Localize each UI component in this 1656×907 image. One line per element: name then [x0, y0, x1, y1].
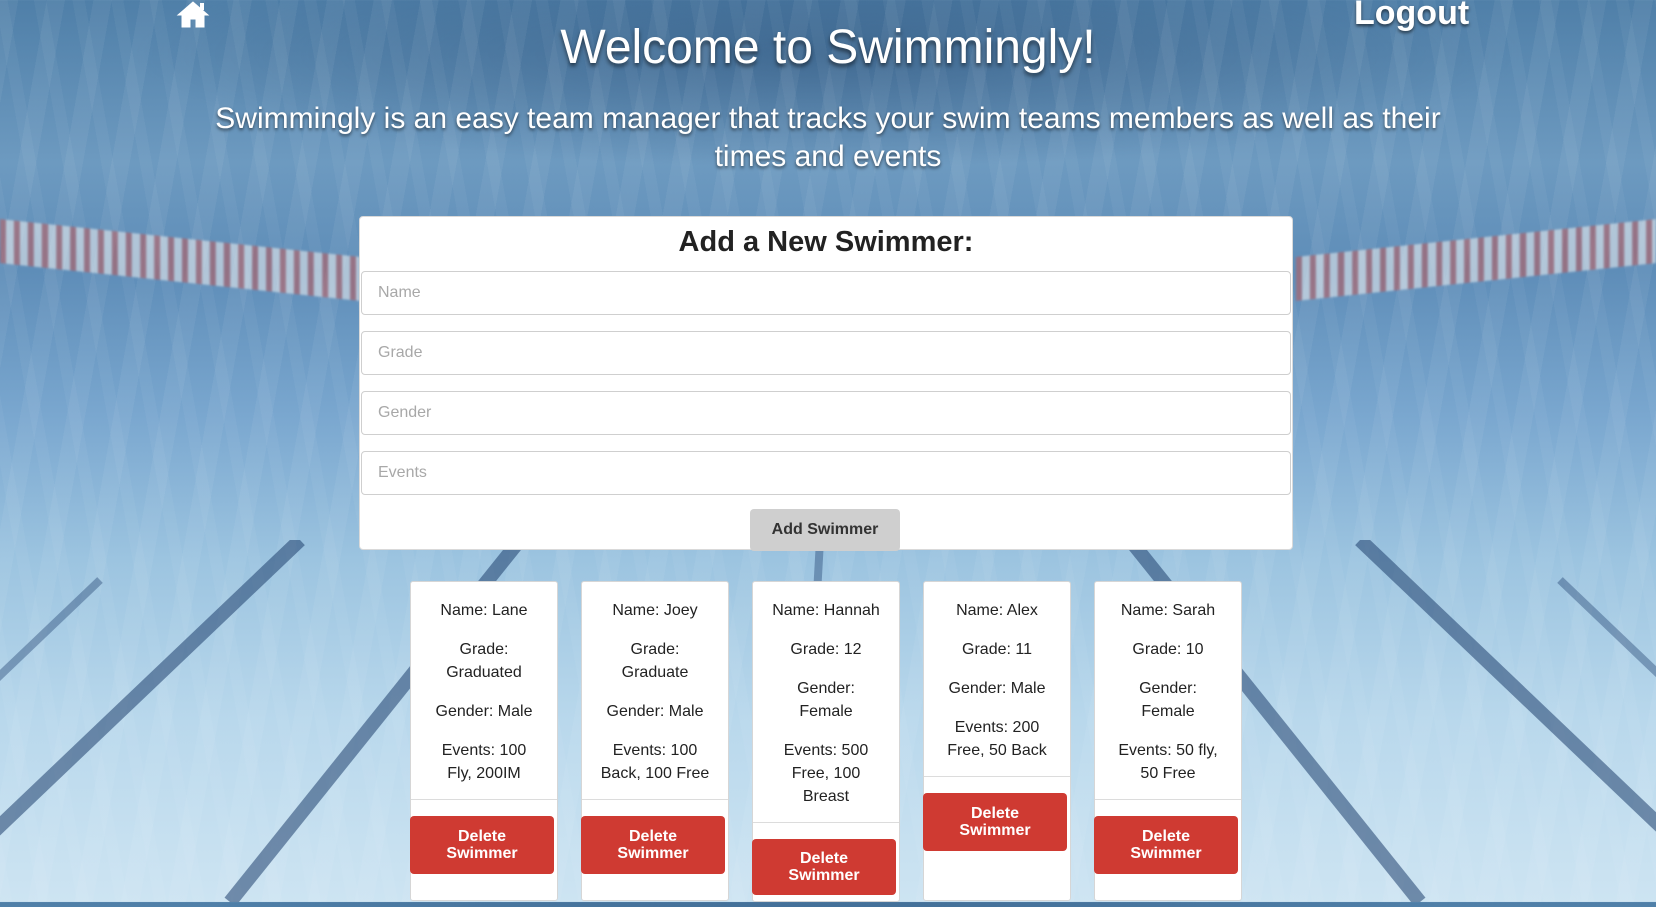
swimmer-events: Events: 200 Free, 50 Back: [947, 719, 1047, 759]
card-divider: [924, 776, 1070, 777]
gender-input[interactable]: [361, 391, 1291, 435]
swimmer-name: Name: Sarah: [1120, 602, 1216, 619]
swimmer-card: Name: Hannah Grade: 12 Gender: Female Ev…: [752, 581, 900, 902]
swimmer-gender: Gender: Female: [797, 680, 855, 720]
swimmer-events: Events: 100 Fly, 200IM: [441, 742, 527, 782]
swimmer-card: Name: Joey Grade: Graduate Gender: Male …: [581, 581, 729, 901]
swimmer-name: Name: Alex: [956, 602, 1038, 619]
add-swimmer-form: Add a New Swimmer: Add Swimmer: [359, 216, 1293, 551]
swimmer-gender: Gender: Male: [435, 703, 533, 720]
swimmer-card: Name: Sarah Grade: 10 Gender: Female Eve…: [1094, 581, 1242, 901]
swimmer-card: Name: Alex Grade: 11 Gender: Male Events…: [923, 581, 1071, 901]
swimmer-gender: Gender: Male: [606, 703, 704, 720]
swimmer-name: Name: Lane: [440, 602, 528, 619]
page-title: Welcome to Swimmingly!: [560, 21, 1096, 74]
swimmer-events: Events: 500 Free, 100 Breast: [783, 742, 869, 805]
swimmer-events: Events: 100 Back, 100 Free: [600, 742, 710, 782]
card-divider: [582, 799, 728, 800]
swimmer-name: Name: Hannah: [772, 602, 880, 619]
events-input[interactable]: [361, 451, 1291, 495]
delete-swimmer-button[interactable]: Delete Swimmer: [752, 839, 896, 895]
delete-swimmer-button[interactable]: Delete Swimmer: [410, 816, 554, 874]
swimmer-name: Name: Joey: [612, 602, 698, 619]
swimmer-gender: Gender: Male: [948, 680, 1046, 697]
swimmer-grade: Grade: 10: [1132, 641, 1204, 658]
swimmer-grade: Grade: 11: [962, 641, 1032, 658]
swimmer-grade: Grade: 12: [790, 641, 862, 658]
delete-swimmer-button[interactable]: Delete Swimmer: [581, 816, 725, 874]
form-title: Add a New Swimmer:: [678, 226, 974, 258]
name-input[interactable]: [361, 271, 1291, 315]
delete-swimmer-button[interactable]: Delete Swimmer: [1094, 816, 1238, 874]
swimmer-card: Name: Lane Grade: Graduated Gender: Male…: [410, 581, 558, 901]
card-divider: [753, 822, 899, 823]
card-divider: [1095, 799, 1241, 800]
swimmer-grade: Grade: Graduate: [621, 641, 689, 681]
swimmer-grade: Grade: Graduated: [446, 641, 522, 681]
card-divider: [411, 799, 557, 800]
grade-input[interactable]: [361, 331, 1291, 375]
add-swimmer-button[interactable]: Add Swimmer: [750, 509, 900, 551]
swimmer-gender: Gender: Female: [1139, 680, 1197, 720]
delete-swimmer-button[interactable]: Delete Swimmer: [923, 793, 1067, 851]
page-subtitle: Swimmingly is an easy team manager that …: [215, 102, 1441, 173]
swimmer-events: Events: 50 fly, 50 Free: [1118, 742, 1218, 782]
